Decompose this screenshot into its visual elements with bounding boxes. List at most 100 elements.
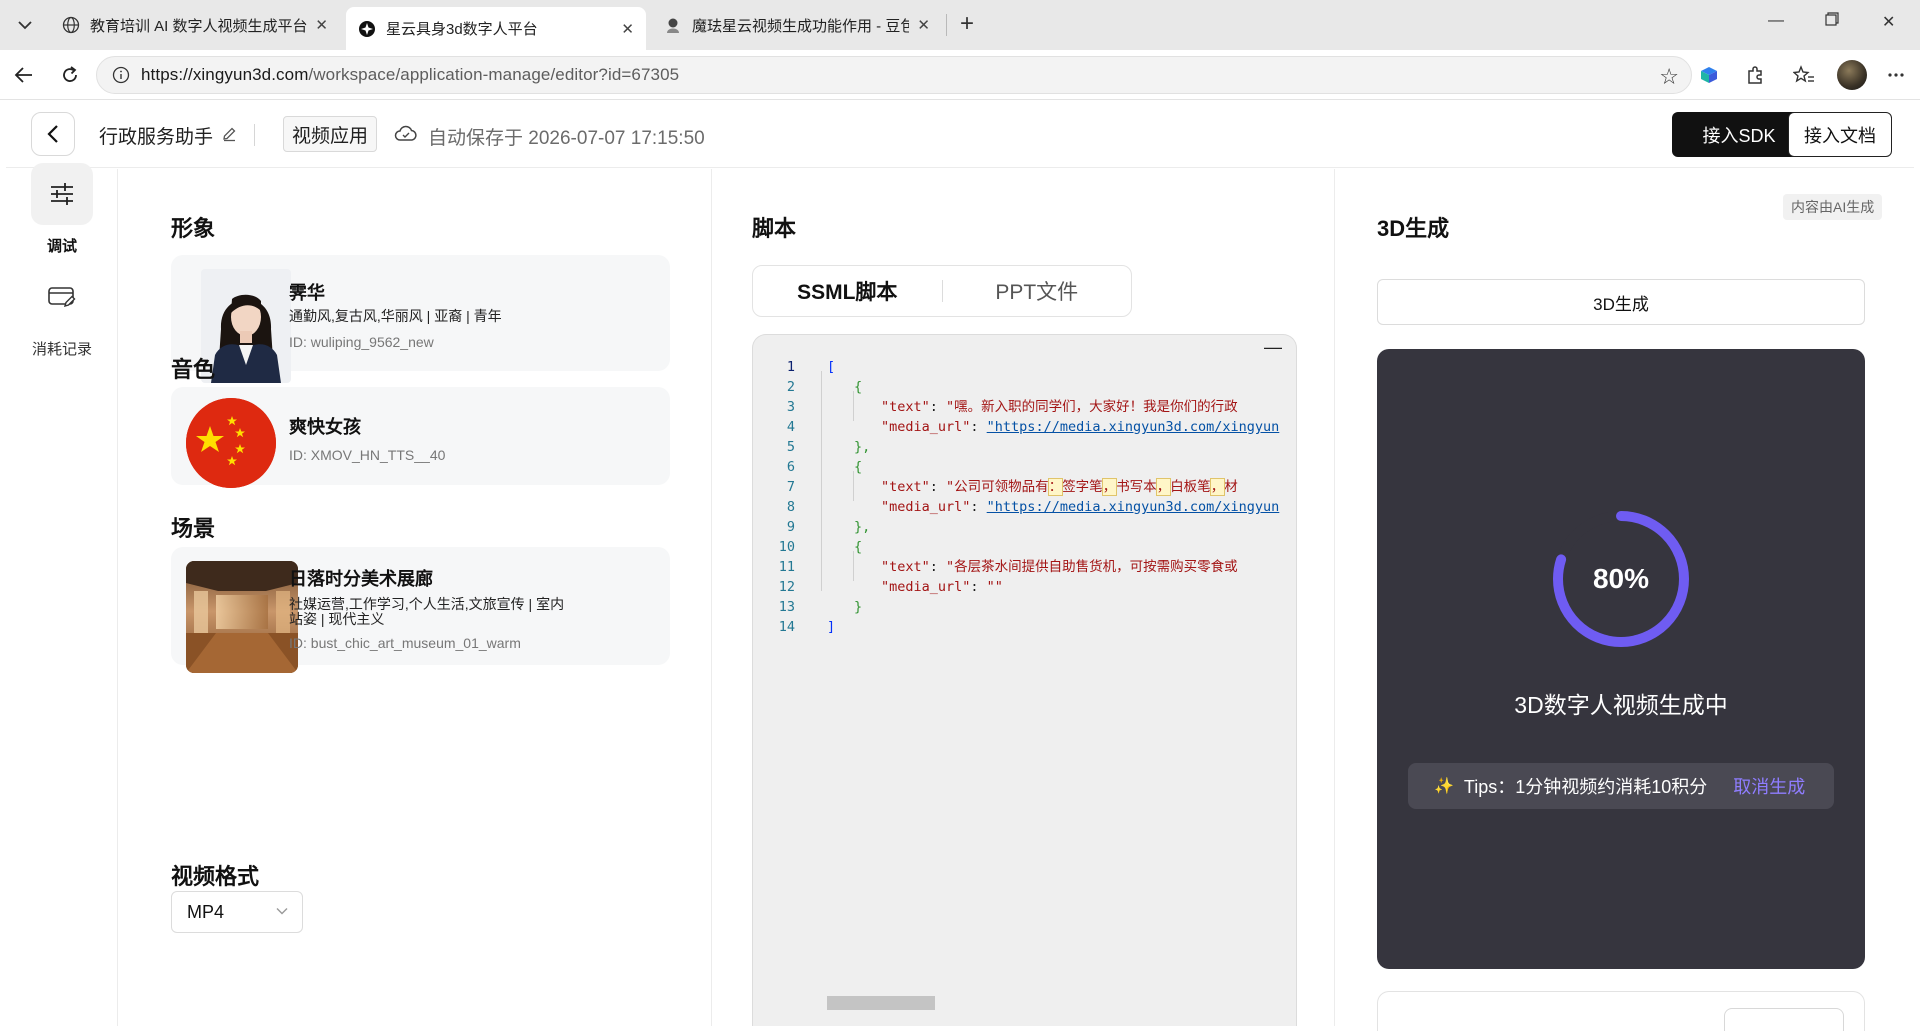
voice-name: 爽快女孩 — [289, 417, 361, 437]
pencil-edit-icon[interactable] — [221, 126, 237, 146]
voice-card[interactable]: 爽快女孩 ID: XMOV_HN_TTS__40 — [171, 387, 670, 488]
cloud-sync-icon — [394, 125, 418, 149]
new-tab-plus-icon[interactable]: + — [960, 11, 974, 37]
browser-tab-1[interactable]: 教育培训 AI 数字人视频生成平台 ✕ — [50, 7, 340, 43]
close-window-icon[interactable]: ✕ — [1882, 12, 1895, 32]
code-line: 7 "text": "公司可领物品有：签字笔，书写本，白板笔，材 — [753, 477, 1296, 497]
favorite-star-icon[interactable]: ☆ — [1659, 64, 1679, 90]
doubao-icon — [664, 16, 682, 34]
scene-name: 日落时分美术展廊 — [289, 569, 433, 589]
autosave-status: 自动保存于 2026-07-07 17:15:50 — [394, 123, 705, 150]
restore-window-icon[interactable] — [1825, 12, 1839, 31]
line-number: 10 — [778, 539, 795, 555]
tab-actions-chevron-icon[interactable] — [10, 10, 40, 40]
extensions-puzzle-icon[interactable] — [1743, 63, 1767, 87]
line-code: "text": "嘿。新入职的同学们，大家好！我是你们的行政 — [881, 399, 1238, 415]
line-number: 6 — [786, 459, 795, 475]
avatar-card[interactable]: 霁华 通勤风,复古风,华丽风 | 亚裔 | 青年 ID: wuliping_95… — [171, 255, 670, 383]
avatar-tags: 通勤风,复古风,华丽风 | 亚裔 | 青年 — [289, 308, 502, 324]
line-number: 4 — [786, 419, 795, 435]
collapse-icon[interactable]: — — [1264, 337, 1282, 358]
favorites-list-icon[interactable] — [1792, 63, 1816, 87]
back-arrow-icon[interactable] — [12, 63, 36, 87]
tab-close-icon[interactable]: ✕ — [917, 16, 930, 34]
code-lines: 1[2{ 3 "text": "嘿。新入职的同学们，大家好！我是你们的行政 4 "med… — [753, 357, 1296, 637]
ssml-code-editor[interactable]: — 1[2{ 3 "text": "嘿。新入职的同学们，大家好！我是你们的行政 4 "m… — [752, 334, 1297, 1026]
line-number: 13 — [778, 599, 795, 615]
code-line: 6{ — [753, 457, 1296, 477]
browser-tab-3[interactable]: 魔珐星云视频生成功能作用 - 豆包 ✕ — [652, 7, 942, 43]
code-line: 2{ — [753, 377, 1296, 397]
integrate-sdk-button[interactable]: 接入SDK — [1672, 112, 1806, 157]
china-flag-icon — [186, 398, 276, 488]
tips-text: Tips：1分钟视频约消耗10积分 — [1463, 777, 1708, 797]
line-number: 1 — [786, 359, 795, 375]
more-menu-icon[interactable] — [1884, 63, 1908, 87]
browser-tab-2-active[interactable]: 星云具身3d数字人平台 ✕ — [346, 7, 646, 50]
line-code: }, — [854, 519, 871, 535]
tab-ssml[interactable]: SSML脚本 — [753, 276, 942, 306]
horizontal-scrollbar[interactable] — [827, 996, 935, 1010]
extension-cube-icon[interactable] — [1697, 63, 1721, 87]
tab-title: 星云具身3d数字人平台 — [386, 21, 538, 38]
voice-section-title: 音色 — [171, 357, 216, 382]
line-code: "media_url": "" — [881, 579, 1003, 595]
line-code: "media_url": "https://media.xingyun3d.co… — [881, 419, 1280, 435]
app-type-badge: 视频应用 — [283, 116, 378, 152]
ai-generated-tag: 内容由AI生成 — [1783, 194, 1883, 220]
code-line: 8 "media_url": "https://media.xingyun3d.c… — [753, 497, 1296, 517]
code-line: 12 "media_url": "" — [753, 577, 1296, 597]
scene-tags-line2: 站姿 | 现代主义 — [289, 611, 385, 627]
rail-item-usage-records[interactable]: 消耗记录 — [6, 266, 118, 359]
tab-ppt[interactable]: PPT文件 — [943, 276, 1132, 306]
bottom-card-button[interactable] — [1724, 1008, 1844, 1031]
code-line: 14] — [753, 617, 1296, 637]
script-type-tabs: SSML脚本 PPT文件 — [752, 265, 1132, 317]
code-line: 1[ — [753, 357, 1296, 377]
xingyun-logo-icon — [358, 20, 376, 38]
back-button[interactable] — [31, 112, 75, 156]
tab-close-icon[interactable]: ✕ — [315, 16, 328, 34]
generate-3d-button[interactable]: 3D生成 — [1377, 279, 1865, 325]
line-number: 14 — [778, 619, 795, 635]
code-line: 9}, — [753, 517, 1296, 537]
card-edit-icon — [31, 266, 93, 328]
line-number: 3 — [786, 399, 795, 415]
format-section-title: 视频格式 — [171, 864, 260, 889]
generation-status: 3D数字人视频生成中 — [1514, 692, 1728, 718]
browser-tab-strip: 教育培训 AI 数字人视频生成平台 ✕ 星云具身3d数字人平台 ✕ 魔珐星云视频… — [0, 0, 1920, 50]
scene-section-title: 场景 — [171, 516, 216, 541]
avatar-id: ID: wuliping_9562_new — [289, 334, 434, 350]
line-number: 2 — [786, 379, 795, 395]
code-line: 5}, — [753, 437, 1296, 457]
line-number: 8 — [786, 499, 795, 515]
rail-item-debug[interactable]: 调试 — [6, 163, 118, 256]
script-title: 脚本 — [752, 216, 797, 241]
site-info-icon[interactable] — [111, 65, 131, 85]
code-line: 4 "media_url": "https://media.xingyun3d.c… — [753, 417, 1296, 437]
app-name: 行政服务助手 — [99, 122, 237, 149]
line-code: }, — [854, 439, 871, 455]
reload-icon[interactable] — [58, 63, 82, 87]
integration-docs-button[interactable]: 接入文档 — [1788, 112, 1892, 157]
line-code: } — [854, 599, 863, 615]
address-bar[interactable]: https://xingyun3d.com/workspace/applicat… — [96, 56, 1692, 94]
progress-percent: 80% — [1592, 563, 1650, 594]
format-value: MP4 — [187, 901, 225, 922]
scene-id: ID: bust_chic_art_museum_01_warm — [289, 635, 521, 651]
line-number: 7 — [786, 479, 795, 495]
minimize-window-icon[interactable]: — — [1768, 12, 1784, 30]
line-number: 5 — [786, 439, 795, 455]
tab-close-icon[interactable]: ✕ — [621, 20, 634, 38]
video-format-select[interactable]: MP4 — [171, 891, 303, 933]
scene-card[interactable]: 日落时分美术展廊 社媒运营,工作学习,个人生活,文旅宣传 | 室内 站姿 | 现… — [171, 547, 670, 673]
code-line: 13} — [753, 597, 1296, 617]
bottom-result-card — [1377, 991, 1865, 1031]
rail-label: 消耗记录 — [31, 341, 92, 358]
cancel-generation-link[interactable]: 取消生成 — [1733, 773, 1805, 799]
profile-avatar[interactable] — [1837, 60, 1867, 90]
header-divider — [254, 124, 255, 146]
tips-bar: ✨ Tips：1分钟视频约消耗10积分 取消生成 — [1408, 763, 1834, 809]
line-code: "text": "公司可领物品有：签字笔，书写本，白板笔，材 — [881, 478, 1238, 496]
rail-label: 调试 — [46, 238, 77, 255]
